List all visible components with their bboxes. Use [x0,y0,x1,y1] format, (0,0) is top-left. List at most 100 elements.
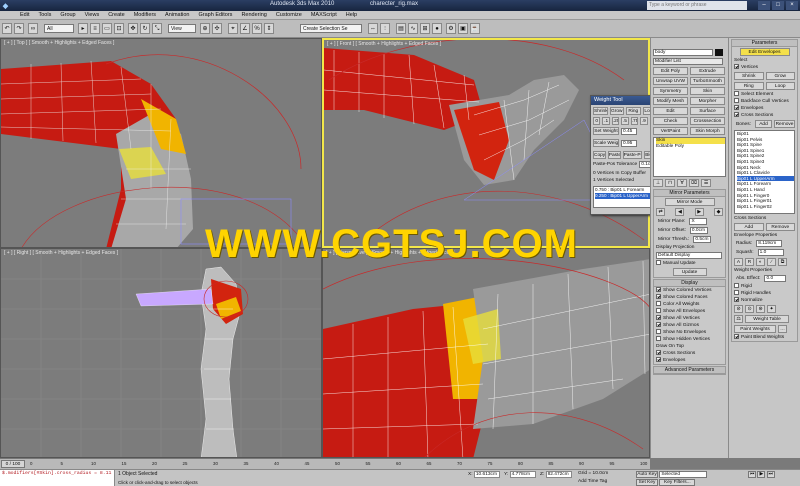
modifier-button[interactable]: TurboSmooth [690,77,725,85]
checkbox-row[interactable]: Show Colored Faces [654,294,725,301]
absolute-icon[interactable]: A [734,258,743,266]
named-selection-set-dropdown[interactable]: Create Selection Se [300,24,362,33]
update-button[interactable]: Update [672,268,707,276]
menu-animation[interactable]: Animation [165,12,189,18]
checkbox-row[interactable]: Envelopes [654,357,725,364]
menu-modifiers[interactable]: Modifiers [134,12,156,18]
max-logo-icon[interactable]: ◆ [0,0,11,11]
cross-section-remove-button[interactable]: Remove [765,223,795,231]
configure-sets-icon[interactable]: ☰ [701,179,711,187]
select-ring-button[interactable]: Ring [734,82,764,90]
menu-help[interactable]: Help [346,12,357,18]
manual-update-checkbox[interactable]: Manual Update [654,260,725,267]
modifier-button[interactable]: VertPaint [653,127,688,135]
select-object-icon[interactable]: ▸ [78,23,88,34]
go-to-start-icon[interactable]: ⏮ [748,471,756,478]
timeline[interactable]: 0 / 100 0 5 10 15 20 25 30 35 40 45 50 55 60 65 70 75 80… [0,458,650,469]
checkbox-row[interactable]: Cross Sections [654,350,725,357]
select-shrink-button[interactable]: Shrink [734,72,764,80]
modifier-button[interactable]: Edit Poly [653,67,688,75]
set-weight-button[interactable]: Set Weight [593,127,619,135]
radius-input[interactable]: 8.119cm [756,240,783,247]
advanced-parameters-header[interactable]: Advanced Parameters [654,367,725,374]
layer-icon[interactable]: ▤ [396,23,406,34]
select-by-name-icon[interactable]: ≡ [90,23,100,34]
modifier-button[interactable]: Extrude [690,67,725,75]
link-icon[interactable]: ∞ [28,23,38,34]
rect-select-icon[interactable]: ▭ [102,23,112,34]
make-unique-icon[interactable]: ∀ [677,179,687,187]
checkbox-row[interactable]: Rigid Handles [732,290,797,297]
viewport-top[interactable]: [ + ] [ Top ] [ Smooth + Highlights + Ed… [0,38,322,248]
modifier-list-dropdown[interactable]: Modifier List [653,58,723,65]
checkbox-row[interactable]: Show All Vertices [654,315,725,322]
object-name-input[interactable]: body [653,49,713,56]
squash-input[interactable]: 1.0 [757,249,784,256]
mirror-thresh-input[interactable]: 0.5cm [693,236,712,243]
checkbox-row[interactable]: Backface Cull Vertices [732,98,797,105]
weight-tool-icon[interactable]: ⚖ [734,315,743,323]
manipulate-icon[interactable]: ✣ [212,23,222,34]
curve-editor-icon[interactable]: ∿ [408,23,418,34]
falloff-icon[interactable]: ∕ [767,258,776,266]
menu-edit[interactable]: Edit [20,12,29,18]
scale-weight-button[interactable]: Scale Weight [593,139,619,147]
checkbox-row[interactable]: Show Hidden Vertices [654,336,725,343]
set-key-button[interactable]: Set Key [636,479,658,486]
parameters-header[interactable]: Parameters [732,40,797,47]
add-bone-button[interactable]: Add [754,120,773,128]
wt-preset-button[interactable]: .1 [602,117,610,125]
weight-list[interactable]: 0.750 : Bip01 L Forearm 0.250 : Bip01 L U… [593,186,657,208]
viewport-perspective[interactable]: [ + ] [ Perspective ] [ Smooth + Highlig… [322,248,650,458]
maxscript-listener[interactable]: $.modifiers[#Skin].cross_radius = 8.11 [0,470,115,486]
scale-icon[interactable]: ⤡ [152,23,162,34]
render-frame-icon[interactable]: ▣ [458,23,468,34]
wt-preset-button[interactable]: .5 [621,117,629,125]
checkbox-row[interactable]: Cross Sections [732,112,797,119]
wt-preset-button[interactable]: .25 [611,117,620,125]
display-projection-dropdown[interactable]: Default Display [656,252,722,259]
stack-item[interactable]: Editable Poly [656,144,725,150]
menu-tools[interactable]: Tools [38,12,51,18]
add-time-tag-button[interactable]: Add Time Tag [578,479,607,484]
modifier-button[interactable]: Skin [690,87,725,95]
checkbox-row[interactable]: Rigid [732,283,797,290]
cross-section-add-button[interactable]: Add [734,223,764,231]
edit-envelopes-button[interactable]: Edit Envelopes [739,48,790,56]
bones-list[interactable]: Bip01 Bip01 Pelvis Bip01 Spine Bip01 Spine1… [734,130,795,214]
close-icon[interactable]: × [786,1,798,10]
pin-stack-icon[interactable]: ⊥ [653,179,663,187]
selection-filter-dropdown[interactable]: All [44,24,74,33]
checkbox-row[interactable]: Normalize [732,297,797,304]
wt-preset-button[interactable]: .75 [630,117,639,125]
select-excluded-icon[interactable]: ⊛ [756,305,765,313]
key-filters-button[interactable]: Key Filters... [659,479,696,486]
pivot-icon[interactable]: ⊕ [200,23,210,34]
menu-maxscript[interactable]: MAXScript [311,12,337,18]
select-grow-button[interactable]: Grow [765,72,795,80]
modifier-button[interactable]: Unwrap UVW [653,77,688,85]
menu-graph-editors[interactable]: Graph Editors [199,12,233,18]
modifier-button[interactable]: Symmetry [653,87,688,95]
object-color-swatch[interactable] [715,49,723,56]
modifier-button[interactable]: Surface [690,107,725,115]
selected-dropdown[interactable]: Selected [659,471,708,478]
menu-create[interactable]: Create [108,12,125,18]
paint-blend-weights-checkbox[interactable]: Paint Blend Weights [732,334,797,341]
snap-icon[interactable]: ⌖ [228,23,238,34]
modifier-button[interactable]: Morpher [690,97,725,105]
weight-table-button[interactable]: Weight Table [745,315,789,323]
wt-paste-button[interactable]: Paste [607,151,621,159]
weight-tool-titlebar[interactable]: Weight Tool × [591,96,659,105]
play-icon[interactable]: ▶ [757,471,766,478]
select-loop-button[interactable]: Loop [765,82,795,90]
angle-snap-icon[interactable]: ∠ [240,23,250,34]
display-header[interactable]: Display [654,280,725,287]
checkbox-row[interactable]: Color All Weights [654,301,725,308]
modifier-button[interactable]: Skin Morph [690,127,725,135]
checkbox-row[interactable]: Select Element [732,91,797,98]
mirror-offset-input[interactable]: 0.0cm [689,227,708,234]
checkbox-row[interactable]: Show All Gizmos [654,322,725,329]
viewport-label-front[interactable]: [ + ] [ Front ] [ Smooth + Highlights + … [327,41,441,47]
menu-rendering[interactable]: Rendering [241,12,266,18]
